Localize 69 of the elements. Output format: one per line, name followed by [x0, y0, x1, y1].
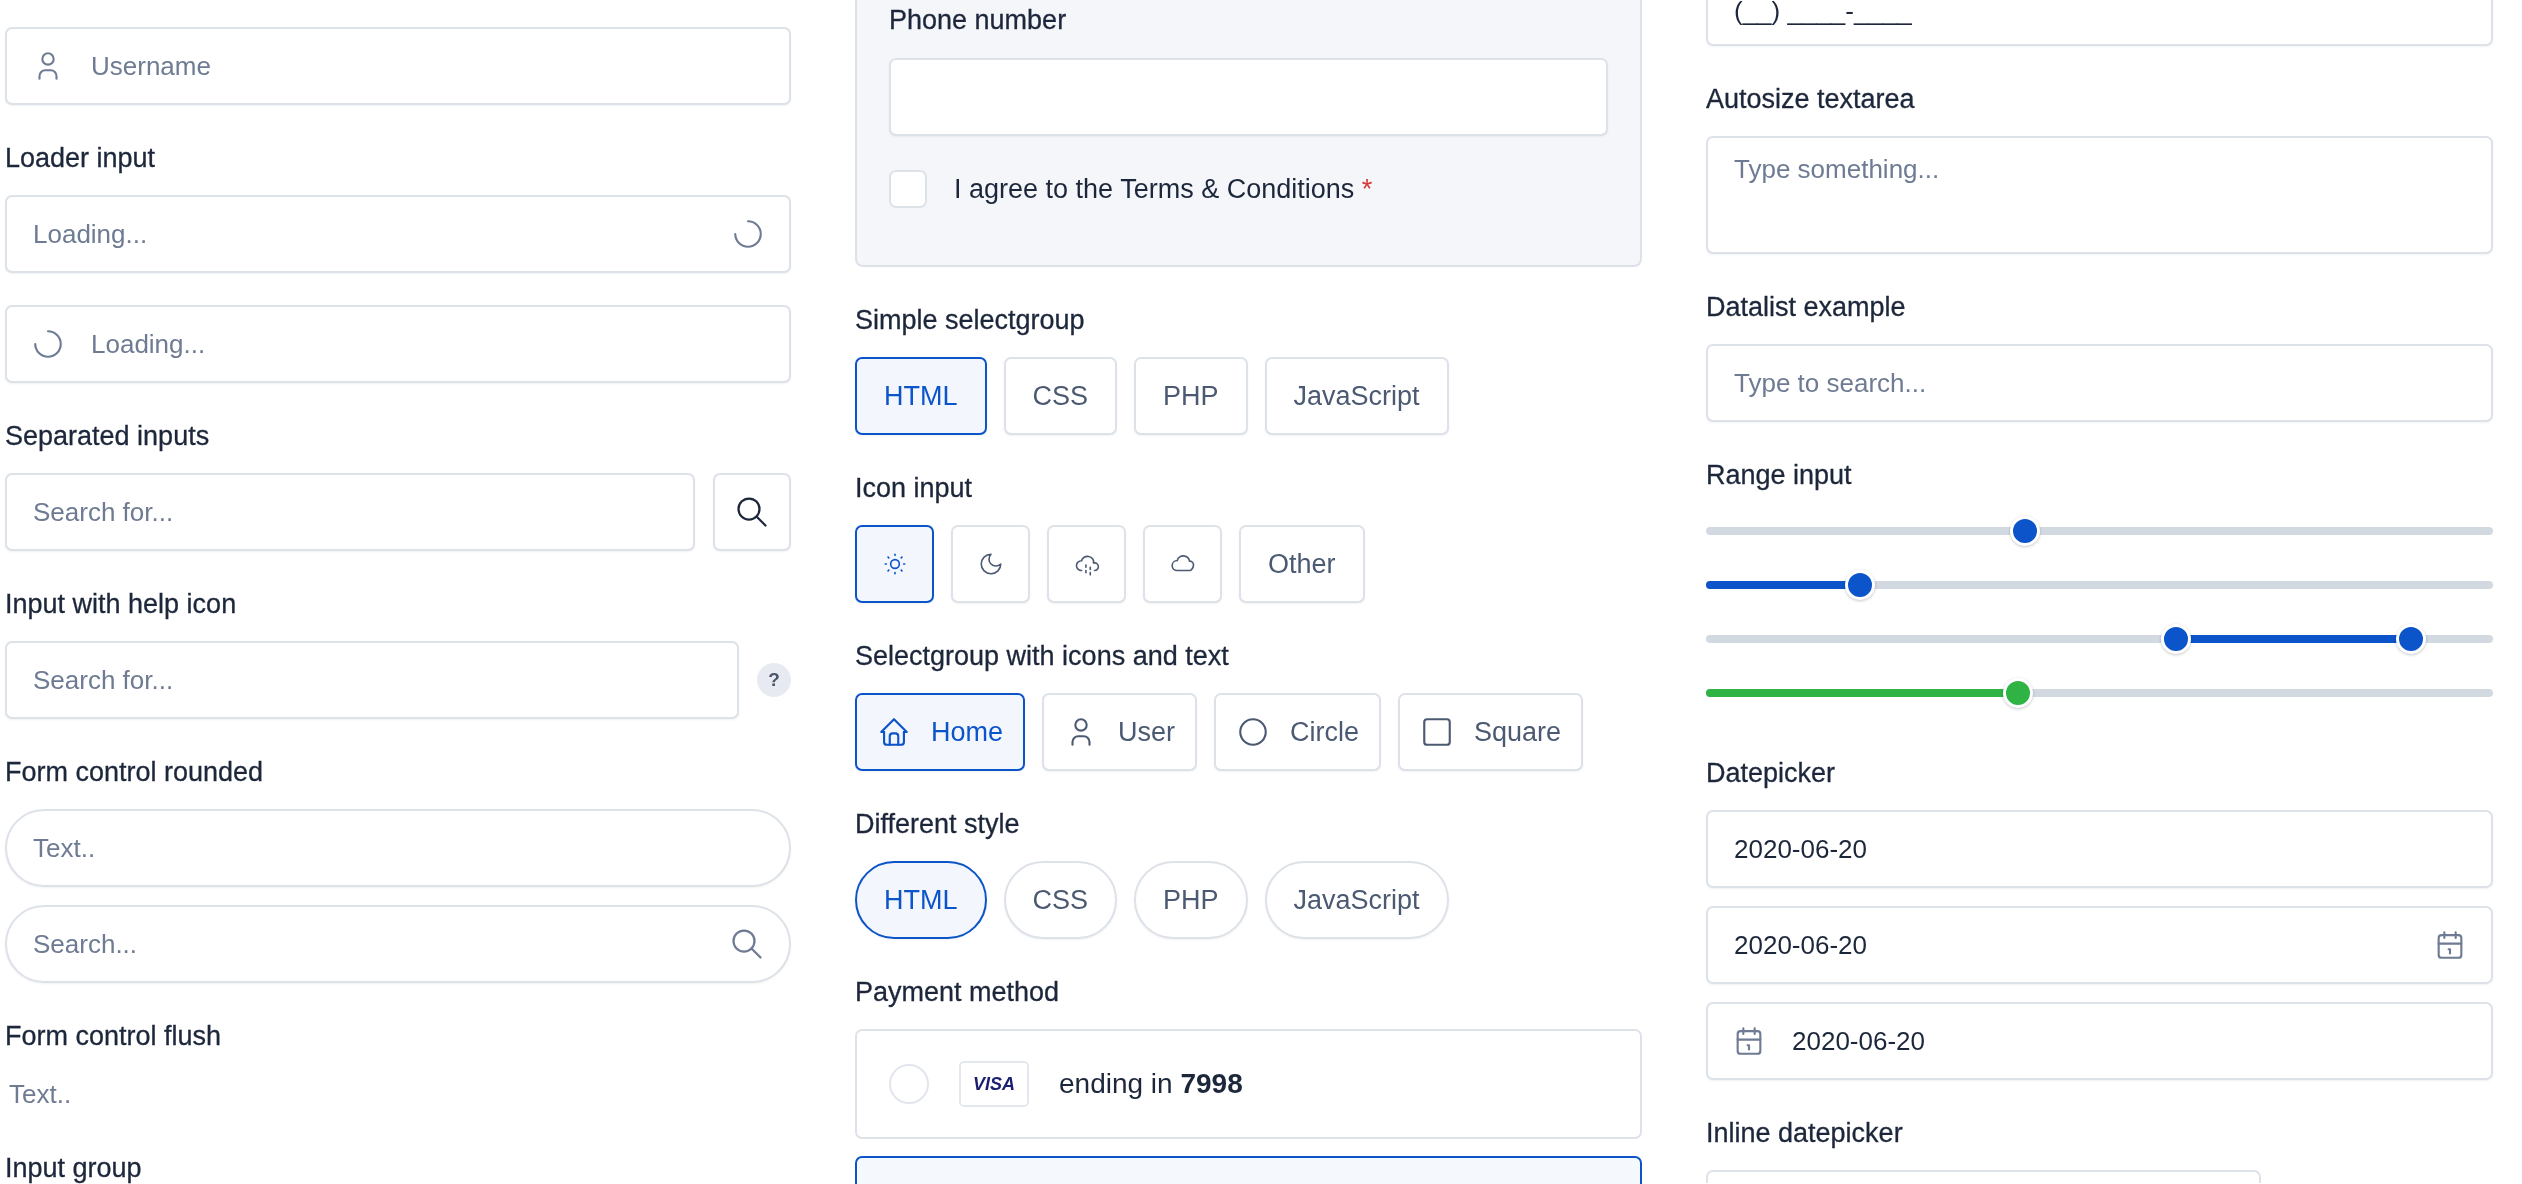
- select-option[interactable]: Other: [1239, 525, 1365, 603]
- date-field[interactable]: 2020-06-20: [1706, 1002, 2493, 1080]
- slider-track[interactable]: [1706, 678, 2493, 708]
- select-option[interactable]: JavaScript: [1264, 357, 1449, 435]
- home-icon: [877, 715, 911, 749]
- select-option[interactable]: HTML: [855, 861, 987, 939]
- select-option[interactable]: HTML: [855, 357, 987, 435]
- text-field[interactable]: Text..: [5, 809, 791, 887]
- section-label: Inline datepicker: [1706, 1117, 1904, 1150]
- search-field[interactable]: Search for...: [5, 641, 739, 719]
- section-label: Datepicker: [1706, 757, 1837, 790]
- help-marker[interactable]: ?: [757, 663, 791, 697]
- search-icon: [729, 926, 765, 962]
- payment-option[interactable]: VISA ending in 7998: [855, 1029, 1642, 1139]
- text-field[interactable]: Text..: [5, 1073, 791, 1115]
- section-label: Range input: [1706, 459, 1853, 492]
- checkbox-label: I agree to the Terms & Conditions *: [954, 173, 1373, 205]
- select-option[interactable]: Home: [855, 693, 1026, 771]
- card-brand-logo: VISA: [959, 1061, 1029, 1107]
- search-field[interactable]: Type to search...: [1706, 344, 2493, 422]
- phone-field[interactable]: [889, 58, 1608, 136]
- slider-thumb[interactable]: [2160, 624, 2191, 654]
- select-option[interactable]: PHP: [1134, 357, 1248, 435]
- search-button[interactable]: [713, 473, 791, 551]
- date-field[interactable]: 2020-06-20: [1706, 906, 2493, 984]
- slider-thumb[interactable]: [2003, 678, 2034, 708]
- card-description: ending in 7998: [1059, 1068, 1243, 1100]
- select-option[interactable]: Circle: [1214, 693, 1382, 771]
- username-field[interactable]: Username: [5, 27, 791, 105]
- slider-thumb[interactable]: [2396, 624, 2427, 654]
- spinner-icon: [31, 327, 65, 361]
- date-field[interactable]: 2020-06-20: [1706, 810, 2493, 888]
- slider-track[interactable]: [1706, 624, 2493, 654]
- section-label: Payment method: [855, 976, 1061, 1009]
- search-field[interactable]: Search for...: [5, 473, 695, 551]
- section-label: Autosize textarea: [1706, 83, 1916, 116]
- select-option[interactable]: CSS: [1003, 861, 1118, 939]
- section-label: Form control rounded: [5, 756, 265, 789]
- radio-button[interactable]: [889, 1064, 929, 1104]
- slider-thumb[interactable]: [2009, 516, 2040, 546]
- loading-field[interactable]: Loading...: [5, 195, 791, 273]
- select-option[interactable]: JavaScript: [1264, 861, 1449, 939]
- search-field[interactable]: Search...: [5, 905, 791, 983]
- section-label: Input with help icon: [5, 588, 238, 621]
- select-option[interactable]: PHP: [1134, 861, 1248, 939]
- section-label: Selectgroup with icons and text: [855, 640, 1230, 673]
- select-option[interactable]: [855, 525, 934, 603]
- section-label: Datalist example: [1706, 291, 1907, 324]
- phone-field[interactable]: (__) ____-____: [1706, 0, 2493, 46]
- section-label: Different style: [855, 808, 1021, 841]
- field-label: Phone number: [889, 4, 1068, 37]
- slider-thumb[interactable]: [1845, 570, 1876, 600]
- moon-icon: [977, 551, 1004, 577]
- section-label: Separated inputs: [5, 420, 211, 453]
- section-label: Simple selectgroup: [855, 304, 1086, 337]
- checkbox[interactable]: [889, 170, 927, 208]
- select-option[interactable]: Square: [1398, 693, 1584, 771]
- search-icon: [734, 494, 770, 530]
- spinner-icon: [731, 217, 765, 251]
- textarea-field[interactable]: Type something...: [1706, 136, 2493, 254]
- loading-field[interactable]: Loading...: [5, 305, 791, 383]
- section-label: Form control flush: [5, 1020, 223, 1053]
- section-label: Input group: [5, 1152, 143, 1184]
- slider-track[interactable]: [1706, 570, 2493, 600]
- select-option[interactable]: CSS: [1003, 357, 1118, 435]
- select-option[interactable]: User: [1042, 693, 1198, 771]
- slider-track[interactable]: [1706, 516, 2493, 546]
- section-label: Loader input: [5, 142, 157, 175]
- section-label: Icon input: [855, 472, 974, 505]
